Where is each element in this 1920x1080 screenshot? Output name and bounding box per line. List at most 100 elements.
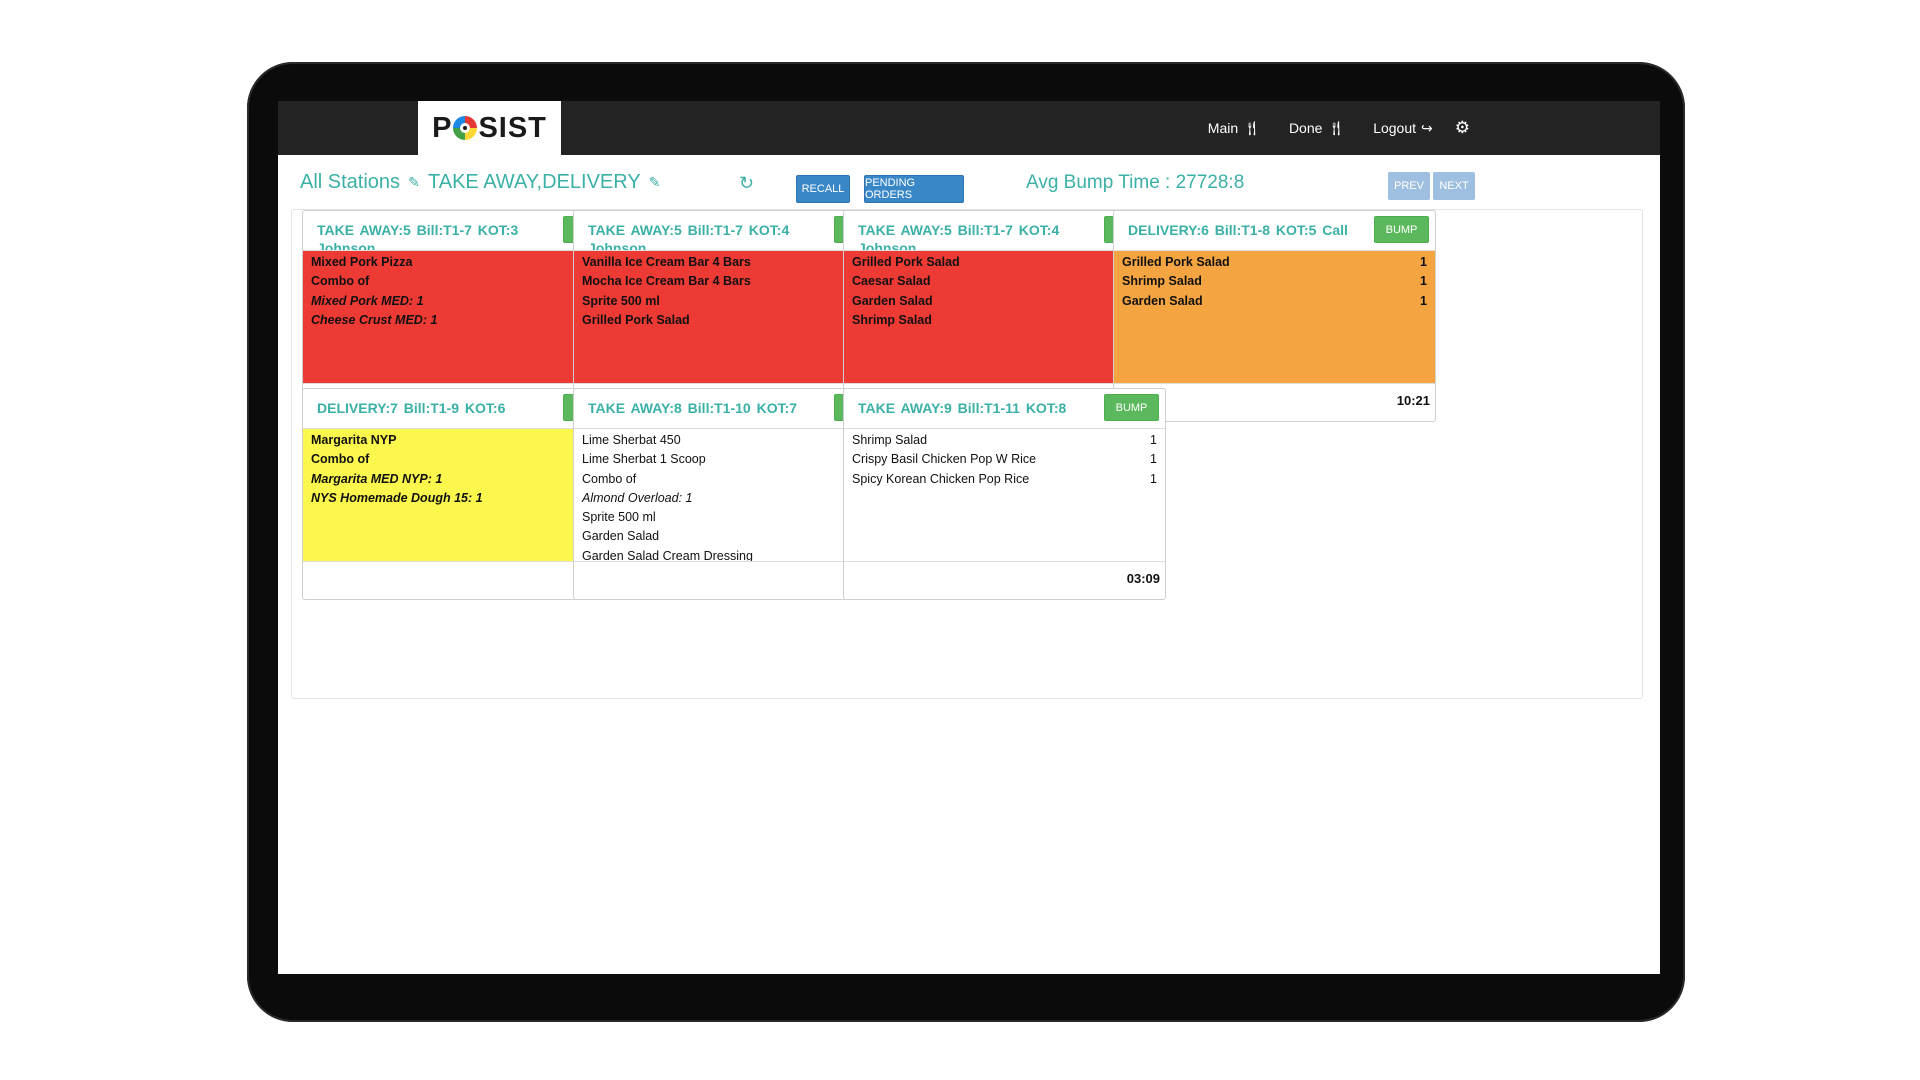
item-name: Garden Salad (582, 529, 660, 544)
ticket-item: Grilled Pork Salad 1 (1122, 253, 1427, 272)
item-name: Sprite 500 ml (582, 293, 660, 308)
recall-button[interactable]: RECALL (796, 175, 850, 203)
ticket-item: Garden Salad 1 (1122, 292, 1427, 311)
logo-letters: SIST (478, 111, 547, 144)
ticket-item: Combo of (311, 450, 616, 469)
ticket-item: Shrimp Salad 1 (852, 431, 1157, 450)
item-qty: 1 (1420, 274, 1427, 289)
avg-bump-time: Avg Bump Time : 27728:8 (1026, 172, 1245, 193)
ticket-title: DELIVERY:7 Bill:T1-9 KOT:6 (317, 400, 506, 416)
edit-icon[interactable]: ✎ (408, 174, 420, 191)
ticket-footer: 03:09 (844, 561, 1165, 599)
item-qty: 1 (1150, 433, 1157, 447)
nav-logout-label: Logout (1373, 120, 1417, 136)
ticket-item: Sprite 500 ml1 (582, 508, 887, 527)
item-name: Caesar Salad (852, 274, 931, 289)
nav-main-label: Main (1207, 120, 1239, 136)
item-name: Combo of (311, 274, 370, 289)
station-name: All Stations (300, 171, 401, 193)
ticket-title: TAKE AWAY:5 Bill:T1-7 KOT:4 Johnson (858, 222, 1060, 251)
ticket-timer: 10:21 (1396, 393, 1430, 408)
prev-button[interactable]: PREV (1388, 172, 1430, 200)
bump-button[interactable]: BUMP (1104, 394, 1159, 421)
item-qty: 1 (1420, 255, 1427, 269)
ticket-item: Combo of (311, 272, 616, 291)
ticket-item: Mocha Ice Cream Bar 4 Bars1 (582, 272, 887, 291)
item-qty: 1 (1150, 471, 1157, 486)
next-button[interactable]: NEXT (1433, 172, 1475, 200)
nav-main-link[interactable]: Main 🍴︎ (1208, 120, 1261, 137)
ticket-title: DELIVERY:6 Bill:T1-8 KOT:5 Call (1128, 222, 1348, 238)
item-modifier: Mixed Pork MED: 1 (311, 292, 616, 311)
item-name: Grilled Pork Salad (582, 312, 690, 327)
ticket-item: Lime Sherbat 1 Scoop1 (582, 450, 887, 469)
edit-icon[interactable]: ✎ (649, 174, 661, 191)
ticket-title: TAKE AWAY:5 Bill:T1-7 KOT:4 Johnson (588, 222, 790, 251)
ticket-item: Margarita NYP1 (311, 431, 616, 450)
item-qty: 1 (1420, 293, 1427, 308)
ticket-item: Caesar Salad1 (852, 272, 1157, 291)
ticket-timer: 03:09 (1126, 571, 1160, 586)
item-name: Mixed Pork Pizza (311, 255, 413, 269)
item-name: Cheese Crust MED: 1 (311, 312, 438, 327)
item-name: Combo of (311, 452, 370, 467)
ticket-item: Garden Salad1 (582, 527, 887, 546)
item-name: Sprite 500 ml (582, 510, 656, 525)
ticket-item: Shrimp Salad1 (852, 311, 1157, 330)
ticket-item: Garden Salad Cream Dressing1 (582, 547, 887, 561)
sign-out-icon: ↪ (1421, 119, 1433, 136)
item-name: Shrimp Salad (852, 312, 932, 327)
order-type-name: TAKE AWAY,DELIVERY (428, 171, 641, 193)
ticket-header: DELIVERY:6 Bill:T1-8 KOT:5 Call BUMP (1114, 211, 1435, 251)
ticket-header: TAKE AWAY:9 Bill:T1-11 KOT:8 BUMP (844, 389, 1165, 429)
ticket-title: TAKE AWAY:5 Bill:T1-7 KOT:3 Johnson (317, 222, 519, 251)
nav-done-label: Done (1288, 120, 1323, 136)
ticket-item: Grilled Pork Salad1 (582, 311, 887, 330)
item-name: Almond Overload: 1 (582, 490, 693, 505)
ticket-item: Sprite 500 ml1 (582, 292, 887, 311)
item-qty: 1 (1150, 452, 1157, 467)
logo-ring-icon (453, 116, 478, 140)
item-modifier: Margarita MED NYP: 1 (311, 470, 616, 489)
item-modifier: Almond Overload: 1 (582, 489, 887, 508)
utensils-icon: 🍴︎ (1243, 119, 1261, 136)
ticket-item: Crispy Basil Chicken Pop W Rice 1 (852, 450, 1157, 469)
ticket-board: TAKE AWAY:5 Bill:T1-7 KOT:3 Johnson BUMP M… (291, 209, 1643, 699)
logo-letter: P (432, 111, 453, 144)
ticket-title: TAKE AWAY:9 Bill:T1-11 KOT:8 (858, 400, 1067, 416)
nav-logout-link[interactable]: Logout ↪ (1373, 120, 1433, 137)
item-name: Lime Sherbat 450 (582, 433, 681, 447)
item-name: Garden Salad (852, 293, 933, 308)
item-name: Crispy Basil Chicken Pop W Rice (852, 452, 1037, 467)
item-name: Shrimp Salad (1122, 274, 1202, 289)
posist-logo: P SIST (418, 101, 561, 155)
gear-icon[interactable]: ⚙ (1455, 118, 1470, 138)
station-selector[interactable]: All Stations ✎ (300, 171, 420, 194)
item-name: Garden Salad (1122, 293, 1203, 308)
item-modifier: Cheese Crust MED: 1 (311, 311, 616, 330)
ticket-item: Shrimp Salad 1 (1122, 272, 1427, 291)
item-name: Mixed Pork MED: 1 (311, 293, 424, 308)
item-name: NYS Homemade Dough 15: 1 (311, 490, 483, 505)
order-ticket[interactable]: TAKE AWAY:9 Bill:T1-11 KOT:8 BUMP Shrimp S… (843, 388, 1166, 600)
ticket-items: Shrimp Salad 1 Crispy Basil Chicken Pop W … (844, 429, 1165, 561)
refresh-icon[interactable]: ↻ (739, 173, 754, 194)
nav-done-link[interactable]: Done 🍴︎ (1289, 120, 1345, 137)
item-name: Lime Sherbat 1 Scoop (582, 452, 706, 467)
item-name: Margarita NYP (311, 433, 397, 447)
ticket-item: Spicy Korean Chicken Pop Rice 1 (852, 470, 1157, 489)
ticket-item: Garden Salad1 (852, 292, 1157, 311)
item-name: Garden Salad Cream Dressing (582, 548, 753, 561)
order-type-selector[interactable]: TAKE AWAY,DELIVERY ✎ (428, 171, 660, 194)
ticket-item: Mixed Pork Pizza1 (311, 253, 616, 272)
pending-orders-button[interactable]: PENDING ORDERS (864, 175, 964, 203)
item-name: Combo of (582, 471, 637, 486)
top-navbar: P SIST Main 🍴︎ Done 🍴︎ Logout ↪ ⚙ (278, 101, 1660, 155)
bump-button[interactable]: BUMP (1374, 216, 1429, 243)
item-name: Margarita MED NYP: 1 (311, 471, 443, 486)
ticket-item: Lime Sherbat 4501 (582, 431, 887, 450)
item-name: Shrimp Salad (852, 433, 928, 447)
ticket-item: Vanilla Ice Cream Bar 4 Bars1 (582, 253, 887, 272)
item-name: Grilled Pork Salad (1122, 255, 1230, 269)
item-modifier: NYS Homemade Dough 15: 1 (311, 489, 616, 508)
